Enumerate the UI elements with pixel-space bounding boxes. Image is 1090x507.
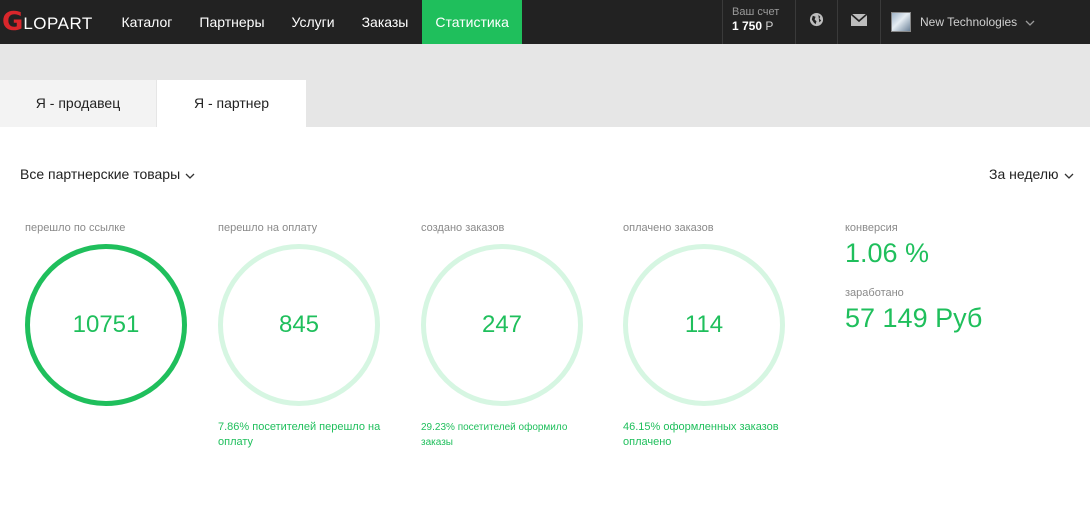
glopart-logo[interactable]: G LOPART <box>0 0 93 44</box>
products-filter-label: Все партнерские товары <box>20 166 181 182</box>
stat-to-payment-note: 7.86% посетителей перешло на оплату <box>218 421 381 448</box>
user-avatar <box>891 12 911 32</box>
stat-orders-paid-note: 46.15% оформленных заказов оплачено <box>623 421 779 448</box>
stat-orders-created-label: создано заказов <box>421 222 505 234</box>
tab-seller[interactable]: Я - продавец <box>0 80 156 127</box>
nav-services[interactable]: Услуги <box>278 0 348 44</box>
account-amount: 1 750 Р <box>732 19 790 33</box>
stat-orders-paid-label: оплачено заказов <box>623 222 714 234</box>
account-amount-value: 1 750 <box>732 19 763 33</box>
tab-partner[interactable]: Я - партнер <box>157 80 306 127</box>
tabs-band: Я - продавец Я - партнер <box>0 44 1090 127</box>
products-filter-dropdown[interactable]: Все партнерские товары <box>20 166 195 182</box>
nav-statistics[interactable]: Статистика <box>421 0 523 44</box>
nav-catalog[interactable]: Каталог <box>108 0 186 44</box>
stat-to-payment-value: 845 <box>278 311 320 338</box>
stat-orders-created-value: 247 <box>481 311 523 338</box>
chevron-down-icon <box>1064 166 1074 182</box>
nav-orders[interactable]: Заказы <box>348 0 422 44</box>
user-name: New Technologies <box>920 15 1018 29</box>
conversion-value: 1.06 % <box>845 238 930 268</box>
logo-text: LOPART <box>23 14 93 33</box>
period-filter-dropdown[interactable]: За неделю <box>989 166 1074 182</box>
mail-button[interactable] <box>837 0 879 44</box>
conversion-label: конверсия <box>845 222 898 234</box>
account-label: Ваш счет <box>732 6 780 18</box>
user-menu[interactable]: New Technologies <box>880 0 1090 44</box>
earned-label: заработано <box>845 287 904 299</box>
chevron-down-icon <box>1025 13 1035 31</box>
account-balance[interactable]: Ваш счет 1 750 Р <box>722 0 790 44</box>
account-currency: Р <box>765 19 774 33</box>
stat-to-payment-label: перешло на оплату <box>218 222 318 234</box>
stat-clicks-label: перешло по ссылке <box>25 222 126 234</box>
earned-value: 57 149 Руб <box>845 303 983 333</box>
nav-partners[interactable]: Партнеры <box>186 0 278 44</box>
stat-to-payment-circle: 845 <box>218 244 380 406</box>
main-nav: Каталог Партнеры Услуги Заказы Статистик… <box>108 0 523 44</box>
logo-initial: G <box>2 7 24 37</box>
mail-icon <box>849 13 868 31</box>
globe-button[interactable] <box>795 0 837 44</box>
globe-icon <box>809 12 824 32</box>
stat-clicks-circle: 10751 <box>25 244 187 406</box>
stat-orders-paid-value: 114 <box>684 311 724 338</box>
stat-orders-created-circle: 247 <box>421 244 583 406</box>
stat-orders-created-note: 29.23% посетителей оформило заказы <box>421 422 568 448</box>
chevron-down-icon <box>185 166 195 182</box>
period-filter-label: За неделю <box>989 166 1059 182</box>
top-navbar: G LOPART Каталог Партнеры Услуги Заказы … <box>0 0 1090 44</box>
stat-clicks-value: 10751 <box>72 311 140 338</box>
stat-orders-paid-circle: 114 <box>623 244 785 406</box>
